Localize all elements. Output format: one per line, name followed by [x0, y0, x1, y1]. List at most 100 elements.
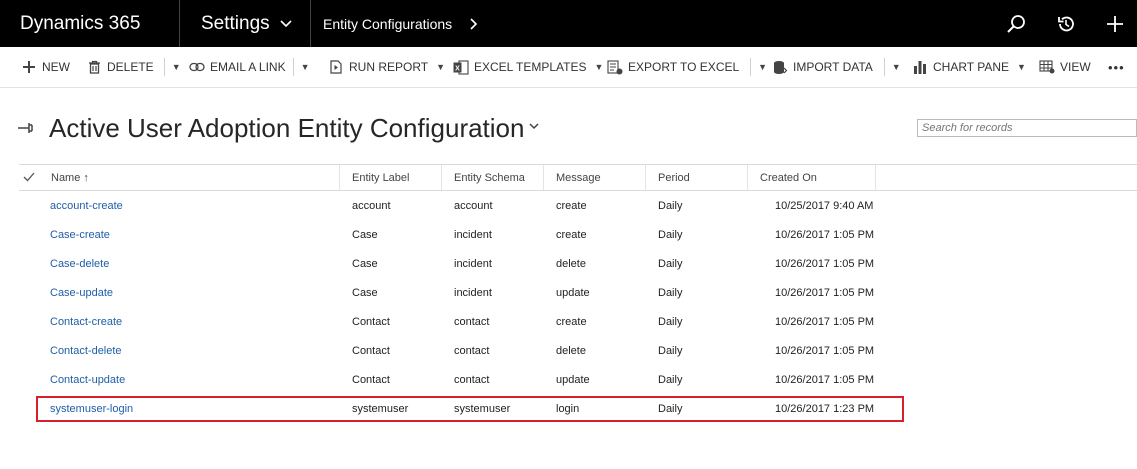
record-name-link[interactable]: Case-update — [50, 278, 113, 307]
record-name-link[interactable]: account-create — [50, 191, 123, 220]
dropdown-caret-icon[interactable]: ▼ — [1017, 62, 1026, 72]
cell-period: Daily — [658, 228, 683, 241]
dropdown-caret-icon[interactable]: ▼ — [436, 62, 445, 72]
new-button-label: NEW — [42, 60, 70, 74]
cell-created-on: 10/26/2017 1:05 PM — [775, 228, 875, 241]
link-icon — [189, 59, 205, 75]
email-link-button-label: EMAIL A LINK — [210, 60, 286, 74]
cell-entity-label: Case — [352, 286, 378, 299]
command-bar: NEW DELETE ▼ EMAIL A LINK ▼ RUN REPORT ▼… — [0, 47, 1137, 88]
bar-chart-icon — [912, 59, 928, 75]
cell-entity-schema: contact — [454, 373, 490, 386]
cell-entity-label: Case — [352, 228, 378, 241]
cell-entity-schema: incident — [454, 228, 492, 241]
view-title[interactable]: Active User Adoption Entity Configuratio… — [49, 113, 524, 144]
trash-icon — [86, 59, 102, 75]
record-name-link[interactable]: Contact-delete — [50, 336, 122, 365]
cell-message: create — [556, 228, 587, 241]
more-commands-button[interactable]: ••• — [1108, 47, 1125, 87]
dropdown-caret-icon[interactable]: ▼ — [758, 62, 767, 72]
column-header-message[interactable]: Message — [544, 165, 646, 190]
checkmark-icon — [23, 172, 35, 182]
search-input[interactable] — [917, 119, 1137, 137]
plus-icon — [21, 59, 37, 75]
email-link-button[interactable]: EMAIL A LINK ▼ — [189, 47, 310, 87]
column-header-period[interactable]: Period — [646, 165, 748, 190]
cell-period: Daily — [658, 257, 683, 270]
dropdown-caret-icon[interactable]: ▼ — [172, 62, 181, 72]
cell-message: delete — [556, 344, 586, 357]
grid-header: Name ↑ Entity Label Entity Schema Messag… — [19, 164, 1137, 191]
view-button[interactable]: VIEW — [1039, 47, 1091, 87]
top-nav-bar: Dynamics 365 Settings Entity Configurati… — [0, 0, 1137, 47]
column-header-created-on[interactable]: Created On — [748, 165, 876, 190]
import-data-button[interactable]: IMPORT DATA ▼ — [772, 47, 901, 87]
history-icon[interactable] — [1054, 12, 1078, 36]
record-name-link[interactable]: Case-create — [50, 220, 110, 249]
cell-entity-label: Contact — [352, 344, 390, 357]
cell-created-on: 10/26/2017 1:05 PM — [775, 315, 875, 328]
cell-message: create — [556, 199, 587, 212]
plus-icon[interactable] — [1103, 12, 1127, 36]
select-all-checkbox[interactable] — [19, 165, 39, 190]
table-row[interactable]: Contact-delete Contact contact delete Da… — [19, 336, 1137, 365]
column-header-entity-schema[interactable]: Entity Schema — [442, 165, 544, 190]
export-excel-button[interactable]: EXPORT TO EXCEL ▼ — [607, 47, 767, 87]
search-icon[interactable] — [1004, 12, 1028, 36]
dropdown-caret-icon[interactable]: ▼ — [892, 62, 901, 72]
new-button[interactable]: NEW — [21, 47, 70, 87]
pin-icon[interactable] — [17, 121, 37, 135]
divider — [163, 58, 165, 76]
cell-created-on: 10/26/2017 1:05 PM — [775, 373, 875, 386]
cell-entity-label: Contact — [352, 315, 390, 328]
divider — [750, 58, 752, 76]
chart-pane-button[interactable]: CHART PANE ▼ — [912, 47, 1026, 87]
divider — [883, 58, 885, 76]
import-data-button-label: IMPORT DATA — [793, 60, 873, 74]
dropdown-caret-icon[interactable]: ▼ — [594, 62, 603, 72]
cell-created-on: 10/25/2017 9:40 AM — [775, 199, 874, 212]
area-label: Settings — [201, 12, 270, 34]
table-row[interactable]: Case-create Case incident create Daily 1… — [19, 220, 1137, 249]
excel-templates-button[interactable]: X EXCEL TEMPLATES ▼ — [453, 47, 603, 87]
table-row[interactable]: account-create account account create Da… — [19, 191, 1137, 220]
table-row[interactable]: Contact-create Contact contact create Da… — [19, 307, 1137, 336]
excel-templates-button-label: EXCEL TEMPLATES — [474, 60, 587, 74]
app-brand[interactable]: Dynamics 365 — [0, 0, 180, 47]
cell-entity-schema: account — [454, 199, 493, 212]
delete-button-label: DELETE — [107, 60, 154, 74]
view-selector-chevron-icon[interactable] — [528, 122, 540, 130]
view-button-label: VIEW — [1060, 60, 1091, 74]
chart-pane-button-label: CHART PANE — [933, 60, 1010, 74]
report-icon — [328, 59, 344, 75]
run-report-button-label: RUN REPORT — [349, 60, 429, 74]
run-report-button[interactable]: RUN REPORT ▼ — [328, 47, 445, 87]
export-excel-button-label: EXPORT TO EXCEL — [628, 60, 740, 74]
breadcrumb[interactable]: Entity Configurations — [312, 0, 478, 47]
cell-entity-schema: contact — [454, 315, 490, 328]
cell-message: update — [556, 373, 590, 386]
delete-button[interactable]: DELETE ▼ — [86, 47, 181, 87]
divider — [292, 58, 294, 76]
column-header-name[interactable]: Name ↑ — [39, 165, 340, 190]
dropdown-caret-icon[interactable]: ▼ — [301, 62, 310, 72]
column-header-entity-label[interactable]: Entity Label — [340, 165, 442, 190]
record-name-link[interactable]: Contact-update — [50, 365, 125, 394]
records-grid: Name ↑ Entity Label Entity Schema Messag… — [19, 164, 1137, 423]
chevron-down-icon — [280, 19, 292, 27]
area-selector[interactable]: Settings — [181, 0, 311, 47]
cell-period: Daily — [658, 373, 683, 386]
record-name-link[interactable]: Case-delete — [50, 249, 109, 278]
grid-view-icon — [1039, 59, 1055, 75]
export-excel-icon — [607, 59, 623, 75]
cell-created-on: 10/26/2017 1:05 PM — [775, 344, 875, 357]
chevron-right-icon — [470, 17, 478, 30]
table-row[interactable]: Case-delete Case incident delete Daily 1… — [19, 249, 1137, 278]
table-row[interactable]: Contact-update Contact contact update Da… — [19, 365, 1137, 394]
table-row[interactable]: Case-update Case incident update Daily 1… — [19, 278, 1137, 307]
cell-entity-label: Contact — [352, 373, 390, 386]
cell-entity-schema: incident — [454, 286, 492, 299]
record-name-link[interactable]: Contact-create — [50, 307, 122, 336]
excel-icon: X — [453, 59, 469, 75]
import-data-icon — [772, 59, 788, 75]
